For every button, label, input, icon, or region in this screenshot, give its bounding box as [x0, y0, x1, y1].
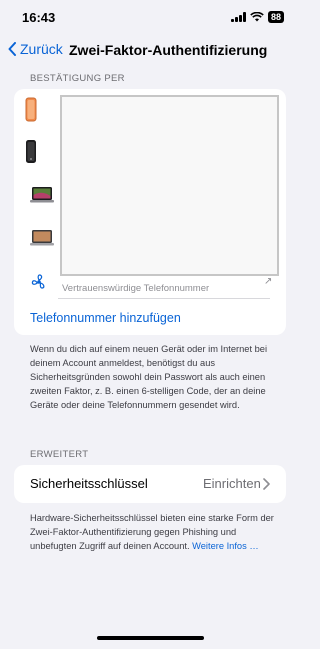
- chevron-right-icon: [263, 478, 270, 490]
- section-header-advanced: ERWEITERT: [30, 449, 89, 460]
- status-time: 16:43: [22, 10, 56, 25]
- status-bar: 16:43 88: [0, 0, 300, 36]
- battery-indicator: 88: [267, 11, 284, 23]
- add-phone-number-link[interactable]: Telefonnummer hinzufügen: [30, 311, 181, 325]
- iphone-orange-icon[interactable]: [22, 97, 40, 123]
- signal-icon: [230, 12, 246, 22]
- confirmation-footnote: Wenn du dich auf einem neuen Gerät oder …: [30, 344, 268, 410]
- status-icons: 88: [230, 11, 284, 23]
- iphone-black-icon[interactable]: [22, 139, 40, 165]
- back-label: Zurück: [20, 41, 63, 57]
- trusted-phone-label: Vertrauenswürdige Telefonnummer: [62, 283, 210, 294]
- home-indicator[interactable]: [97, 636, 204, 640]
- macbook-gray-icon[interactable]: [30, 229, 54, 247]
- security-key-value: Einrichten: [203, 476, 261, 491]
- arrow-icon: ↗: [264, 276, 273, 287]
- advanced-footnote: Hardware-Sicherheitsschlüssel bieten ein…: [30, 511, 280, 553]
- chevron-left-icon: [8, 42, 16, 56]
- more-info-link[interactable]: Weitere Infos …: [192, 541, 258, 551]
- fan-icon[interactable]: [30, 273, 48, 291]
- navigation-bar: Zurück Zwei-Faktor-Authentifizierung: [0, 36, 300, 66]
- device-list-panel: [60, 95, 279, 276]
- back-button[interactable]: Zurück: [8, 41, 63, 57]
- divider: [58, 298, 270, 299]
- macbook-icon[interactable]: [30, 186, 54, 204]
- section-header-confirmation: BESTÄTIGUNG PER: [30, 73, 125, 84]
- wifi-icon: [250, 12, 264, 22]
- security-key-label: Sicherheitsschlüssel: [30, 476, 148, 491]
- page-title: Zwei-Faktor-Authentifizierung: [69, 42, 268, 58]
